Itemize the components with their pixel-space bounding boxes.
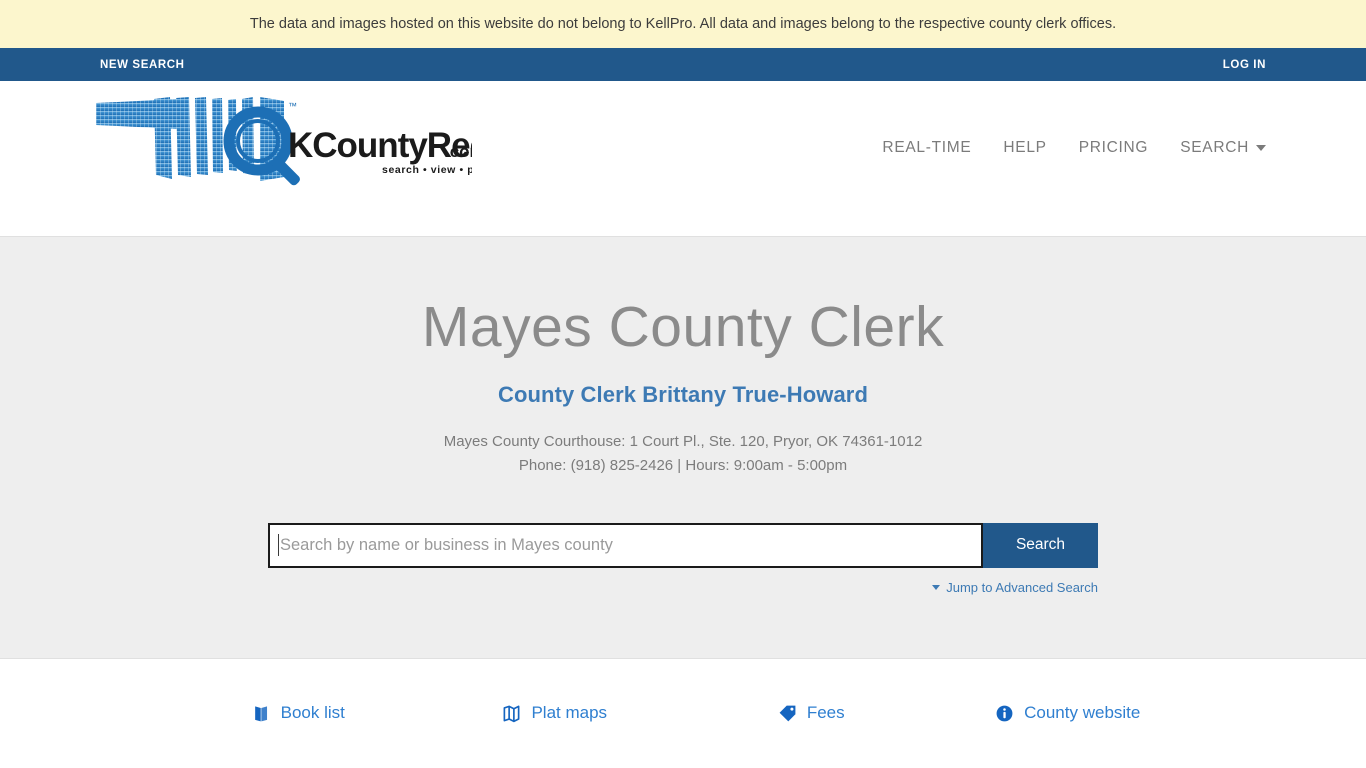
hero-section: Mayes County Clerk County Clerk Brittany… [0,236,1366,659]
nav-item-search-label: SEARCH [1180,139,1249,156]
book-icon [254,705,267,721]
page-title: Mayes County Clerk [421,295,945,359]
nav-item-search[interactable]: SEARCH [1180,139,1266,157]
svg-text:.com: .com [445,142,472,161]
quick-link-label[interactable]: Fees [807,703,845,723]
nav-item-real-time[interactable]: REAL-TIME [882,139,971,157]
quick-link-label[interactable]: Plat maps [531,703,607,723]
quick-links-bar: Book list Plat maps Fees County website [0,659,1366,767]
log-in-link[interactable]: LOG IN [1223,59,1266,71]
clerk-name: County Clerk Brittany True-Howard [497,381,869,407]
search-row: Search by name or business in Mayes coun… [268,522,1098,568]
trademark-mark: ™ [288,101,297,111]
utility-nav-bar: NEW SEARCH LOG IN [0,48,1366,81]
site-header: ™ KCountyRecords .com search • view • pr… [0,81,1366,236]
disclaimer-text: The data and images hosted on this websi… [249,15,1117,32]
jump-to-advanced-search-link[interactable]: Jump to Advanced Search [946,580,1098,595]
info-circle-icon [996,705,1013,721]
quick-link-label[interactable]: Book list [281,703,345,723]
chevron-down-icon [932,584,941,590]
quick-link-book-list[interactable]: Book list [170,703,427,723]
office-contact-block: Mayes County Courthouse: 1 Court Pl., St… [444,430,923,478]
chevron-down-icon [1256,144,1266,151]
map-icon [503,705,520,722]
advanced-search-row: Jump to Advanced Search [268,580,1098,595]
search-input[interactable]: Search by name or business in Mayes coun… [268,522,983,568]
disclaimer-banner: The data and images hosted on this websi… [0,0,1366,48]
quick-link-county-website[interactable]: County website [940,703,1197,723]
search-input-placeholder: Search by name or business in Mayes coun… [280,535,613,554]
svg-text:search • view • print: search • view • print [382,164,472,176]
quick-link-fees[interactable]: Fees [683,703,940,723]
main-nav: REAL-TIME HELP PRICING SEARCH [882,139,1266,157]
office-address: Mayes County Courthouse: 1 Court Pl., St… [443,432,923,450]
quick-link-plat-maps[interactable]: Plat maps [427,703,684,723]
tag-icon [779,705,796,721]
office-phone-hours: Phone: (918) 825-2426 | Hours: 9:00am - … [518,456,848,474]
logo-artwork: ™ KCountyRecords .com search • view • pr… [96,97,561,186]
search-button[interactable]: Search [983,522,1098,568]
new-search-link[interactable]: NEW SEARCH [100,59,185,71]
quick-link-label[interactable]: County website [1024,703,1140,723]
nav-item-help[interactable]: HELP [1003,139,1046,157]
nav-item-pricing[interactable]: PRICING [1079,139,1149,157]
site-logo[interactable]: ™ KCountyRecords .com search • view • pr… [92,95,561,187]
